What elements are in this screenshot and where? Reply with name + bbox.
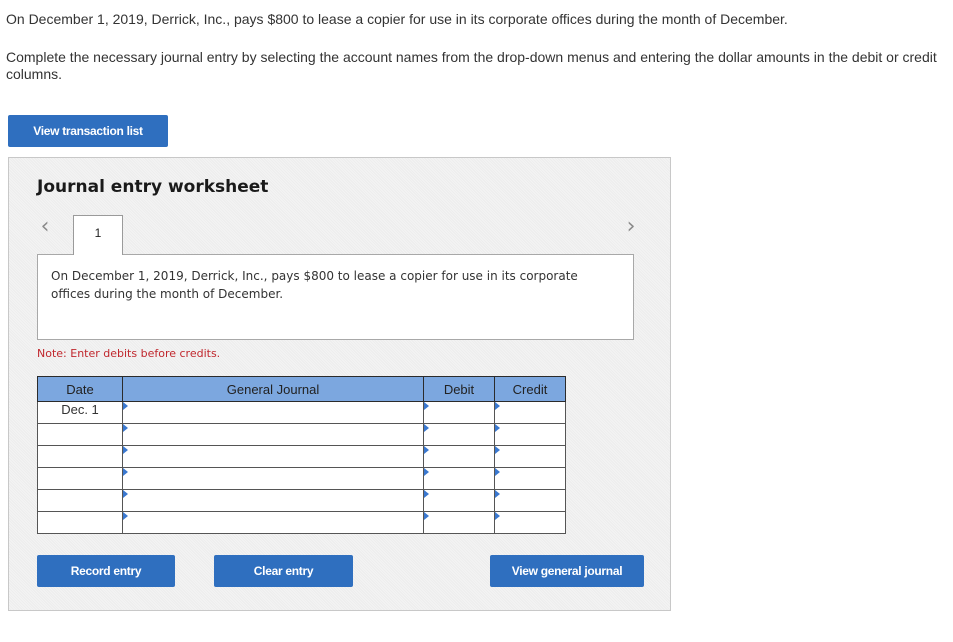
credit-input[interactable]	[494, 423, 566, 446]
header-general-journal: General Journal	[122, 376, 424, 402]
account-dropdown[interactable]	[122, 423, 424, 446]
table-row	[37, 489, 566, 512]
question-instructions: Complete the necessary journal entry by …	[6, 49, 937, 82]
account-dropdown[interactable]	[122, 489, 424, 512]
input-marker-icon	[495, 424, 500, 432]
credit-input[interactable]	[494, 401, 566, 424]
transaction-description: On December 1, 2019, Derrick, Inc., pays…	[37, 254, 634, 340]
input-marker-icon	[123, 512, 128, 520]
input-marker-icon	[123, 446, 128, 454]
credit-input[interactable]	[494, 511, 566, 534]
journal-header-row: Date General Journal Debit Credit	[37, 376, 566, 402]
input-marker-icon	[495, 468, 500, 476]
debit-input[interactable]	[423, 445, 495, 468]
table-row	[37, 511, 566, 534]
date-cell	[37, 489, 123, 512]
table-row	[37, 467, 566, 490]
debit-input[interactable]	[423, 423, 495, 446]
date-cell	[37, 423, 123, 446]
account-dropdown[interactable]	[122, 401, 424, 424]
view-transaction-list-button[interactable]: View transaction list	[8, 115, 168, 147]
input-marker-icon	[424, 512, 429, 520]
input-marker-icon	[495, 446, 500, 454]
debit-input[interactable]	[423, 401, 495, 424]
question-text: On December 1, 2019, Derrick, Inc., pays…	[6, 11, 788, 27]
debit-input[interactable]	[423, 467, 495, 490]
header-date: Date	[37, 376, 123, 402]
journal-entry-worksheet-panel: Journal entry worksheet ‹ › 1 On Decembe…	[8, 157, 671, 611]
date-cell: Dec. 1	[37, 401, 123, 424]
input-marker-icon	[424, 446, 429, 454]
input-marker-icon	[123, 402, 128, 410]
input-marker-icon	[424, 468, 429, 476]
date-cell	[37, 467, 123, 490]
account-dropdown[interactable]	[122, 445, 424, 468]
input-marker-icon	[123, 490, 128, 498]
header-credit: Credit	[494, 376, 566, 402]
input-marker-icon	[123, 424, 128, 432]
worksheet-title: Journal entry worksheet	[37, 177, 269, 197]
input-marker-icon	[424, 490, 429, 498]
input-marker-icon	[424, 424, 429, 432]
input-marker-icon	[495, 490, 500, 498]
credit-input[interactable]	[494, 445, 566, 468]
input-marker-icon	[424, 402, 429, 410]
tab-transaction-1[interactable]: 1	[73, 215, 123, 255]
header-debit: Debit	[423, 376, 495, 402]
date-cell	[37, 445, 123, 468]
date-cell	[37, 511, 123, 534]
transaction-description-text: On December 1, 2019, Derrick, Inc., pays…	[51, 269, 578, 301]
input-marker-icon	[495, 402, 500, 410]
credit-input[interactable]	[494, 489, 566, 512]
journal-table: Date General Journal Debit Credit Dec. 1	[37, 376, 566, 534]
record-entry-button[interactable]: Record entry	[37, 555, 175, 587]
account-dropdown[interactable]	[122, 467, 424, 490]
credit-input[interactable]	[494, 467, 566, 490]
account-dropdown[interactable]	[122, 511, 424, 534]
debit-input[interactable]	[423, 511, 495, 534]
table-row: Dec. 1	[37, 401, 566, 424]
debit-input[interactable]	[423, 489, 495, 512]
input-marker-icon	[123, 468, 128, 476]
chevron-right-icon[interactable]: ›	[623, 216, 639, 238]
view-general-journal-button[interactable]: View general journal	[490, 555, 644, 587]
table-row	[37, 445, 566, 468]
input-marker-icon	[495, 512, 500, 520]
debits-before-credits-note: Note: Enter debits before credits.	[37, 347, 221, 360]
clear-entry-button[interactable]: Clear entry	[214, 555, 353, 587]
table-row	[37, 423, 566, 446]
chevron-left-icon[interactable]: ‹	[37, 216, 53, 238]
